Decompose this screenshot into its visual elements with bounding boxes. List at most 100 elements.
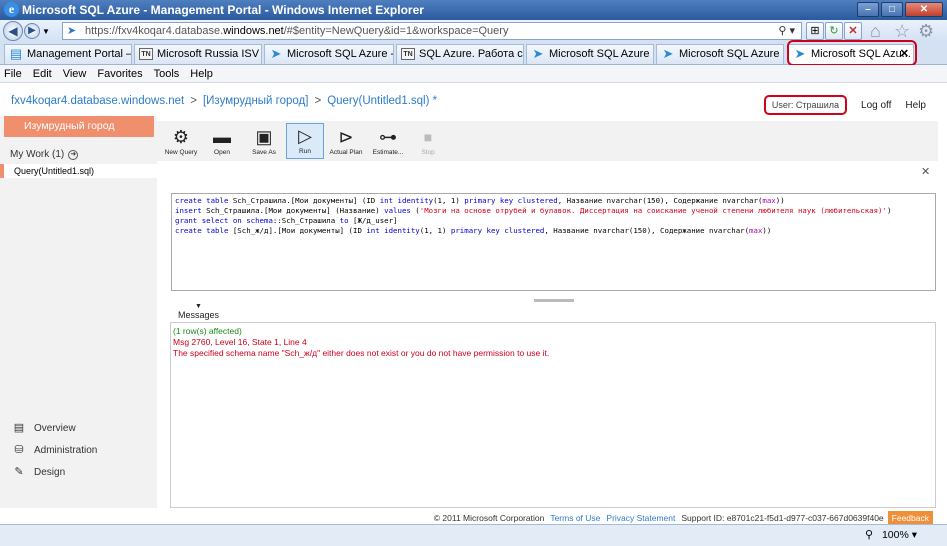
breadcrumb-separator: >	[190, 95, 197, 107]
minimize-button[interactable]: –	[857, 2, 879, 17]
portal-footer: © 2011 Microsoft Corporation Terms of Us…	[434, 511, 933, 525]
history-dropdown-icon[interactable]: ▼	[42, 27, 50, 36]
window-controls: – □ ✕	[857, 2, 943, 17]
help-link[interactable]: Help	[905, 100, 926, 111]
breadcrumb-query[interactable]: Query(Untitled1.sql) *	[327, 95, 437, 107]
window-title: Microsoft SQL Azure - Management Portal …	[22, 3, 424, 17]
tab-label: Management Portal – ...	[27, 48, 132, 60]
sidebar-item-label: Administration	[34, 444, 98, 456]
editor-line-3: grant select on schema::Sch_Страшила to …	[175, 216, 398, 225]
save-disk-icon: ▣	[255, 127, 273, 147]
url-domain: windows.net	[223, 25, 284, 37]
stop-square-icon: ■	[423, 129, 433, 145]
browser-statusbar: ⚲ 100% ▾	[0, 524, 947, 546]
sidebar-item-overview[interactable]: ▤ Overview	[12, 422, 76, 434]
user-badge: User: Страшила	[763, 95, 848, 115]
address-input[interactable]: ➤ https://fxv4koqar4.database.windows.ne…	[62, 22, 802, 40]
tab-sql-azure-active[interactable]: ➤ Microsoft SQL Azu... ✕	[788, 44, 914, 64]
actual-plan-button[interactable]: ⊳ Actual Plan	[327, 125, 365, 156]
menu-help[interactable]: Help	[190, 68, 213, 80]
pane-splitter-handle[interactable]	[534, 299, 574, 302]
header-user-area: User: Страшила Log off Help	[763, 95, 926, 115]
button-label: Save As	[252, 149, 276, 156]
search-icon[interactable]: ⚲ ▾	[778, 23, 795, 39]
maximize-button[interactable]: □	[881, 2, 903, 17]
menu-edit[interactable]: Edit	[33, 68, 52, 80]
tab-label: Microsoft SQL Azure - ...	[679, 48, 783, 60]
button-label: New Query	[164, 149, 198, 156]
sidebar: Изумрудный город My Work (1) ➜ Query(Unt…	[0, 116, 157, 508]
zoom-level[interactable]: 100% ▾	[882, 529, 917, 541]
azure-icon: ➤	[270, 46, 282, 61]
stop-icon[interactable]: ✕	[844, 22, 862, 40]
sidebar-item-query[interactable]: Query(Untitled1.sql)	[0, 164, 157, 178]
my-work-header[interactable]: My Work (1) ➜	[10, 149, 79, 160]
tn-icon: TN	[401, 48, 415, 60]
actual-plan-icon: ⊳	[338, 127, 354, 147]
tab-sql-azure-rabota[interactable]: TN SQL Azure. Работа с ...	[396, 44, 524, 64]
tab-label: SQL Azure. Работа с ...	[419, 48, 524, 60]
terms-link[interactable]: Terms of Use	[550, 513, 600, 523]
azure-icon: ➤	[794, 46, 806, 61]
internet-explorer-icon: e	[4, 2, 19, 17]
breadcrumb-database[interactable]: [Изумрудный город]	[203, 95, 309, 107]
sidebar-item-administration[interactable]: ⛁ Administration	[12, 444, 97, 456]
compatibility-view-icon[interactable]: ⊞	[806, 22, 824, 40]
button-label: Estimate...	[372, 149, 404, 156]
menu-tools[interactable]: Tools	[154, 68, 180, 80]
forward-button[interactable]: ▶	[24, 23, 40, 39]
tab-label: Microsoft SQL Azure - ...	[287, 48, 394, 60]
close-query-icon[interactable]: ✕	[921, 165, 930, 178]
triangle-down-icon: ▼	[195, 303, 202, 310]
tab-sql-azure-3[interactable]: ➤ Microsoft SQL Azure - ...	[656, 44, 784, 64]
support-id: Support ID: e8701c21-f5d1-d977-c037-667d…	[681, 513, 884, 523]
overview-icon: ▤	[13, 422, 25, 434]
breadcrumb-server[interactable]: fxv4koqar4.database.windows.net	[11, 95, 184, 107]
azure-icon: ➤	[662, 46, 674, 61]
tn-icon: TN	[139, 48, 153, 60]
button-label: Actual Plan	[329, 149, 363, 156]
query-editor[interactable]: create table Sch_Страшила.[Мои документы…	[171, 193, 936, 291]
favorites-star-icon[interactable]: ☆	[894, 21, 910, 41]
stop-button[interactable]: ■ Stop	[409, 125, 447, 156]
breadcrumb-separator: >	[314, 95, 322, 107]
run-button[interactable]: ▷ Run	[286, 123, 324, 159]
tab-sql-azure-1[interactable]: ➤ Microsoft SQL Azure - ...	[264, 44, 394, 64]
back-button[interactable]: ◀	[3, 21, 23, 41]
open-button[interactable]: ▬ Open	[203, 125, 241, 156]
button-label: Stop	[421, 149, 435, 156]
refresh-icon[interactable]: ↻	[825, 22, 843, 40]
tab-microsoft-russia-isv[interactable]: TN Microsoft Russia ISV T...	[134, 44, 262, 64]
azure-site-icon: ➤	[67, 25, 77, 37]
feedback-button[interactable]: Feedback	[887, 511, 933, 525]
estimated-plan-icon: ⊶	[379, 127, 397, 147]
zoom-magnifier-icon: ⚲	[864, 529, 873, 541]
close-window-button[interactable]: ✕	[905, 2, 943, 17]
messages-tab[interactable]: ▼ Messages	[178, 303, 219, 320]
url-suffix: /#$entity=NewQuery&id=1&workspace=Query	[283, 25, 509, 37]
new-query-button[interactable]: ⚙ New Query	[162, 125, 200, 156]
menu-file[interactable]: File	[4, 68, 22, 80]
messages-tab-label: Messages	[178, 310, 220, 320]
messages-panel: (1 row(s) affected) Msg 2760, Level 16, …	[170, 322, 936, 508]
menu-view[interactable]: View	[63, 68, 87, 80]
message-line: Msg 2760, Level 16, State 1, Line 4	[173, 337, 307, 347]
menu-bar: File Edit View Favorites Tools Help	[0, 65, 947, 83]
save-as-button[interactable]: ▣ Save As	[245, 125, 283, 156]
database-tab[interactable]: Изумрудный город	[4, 116, 154, 137]
menu-favorites[interactable]: Favorites	[97, 68, 142, 80]
play-icon: ▷	[298, 126, 312, 146]
message-line: (1 row(s) affected)	[173, 326, 242, 336]
tab-management-portal[interactable]: ▤ Management Portal – ...	[4, 44, 132, 64]
design-icon: ✎	[14, 466, 24, 478]
arrow-right-circle-icon[interactable]: ➜	[68, 149, 79, 160]
sidebar-item-design[interactable]: ✎ Design	[12, 466, 65, 478]
logoff-link[interactable]: Log off	[861, 100, 891, 111]
azure-icon: ➤	[532, 46, 544, 61]
tab-sql-azure-2[interactable]: ➤ Microsoft SQL Azure - ...	[526, 44, 654, 64]
estimated-plan-button[interactable]: ⊶ Estimate...	[369, 125, 407, 156]
tab-close-icon[interactable]: ✕	[900, 45, 909, 63]
home-icon[interactable]: ⌂	[870, 21, 881, 41]
privacy-link[interactable]: Privacy Statement	[606, 513, 675, 523]
tools-gear-icon[interactable]: ⚙	[918, 21, 934, 41]
